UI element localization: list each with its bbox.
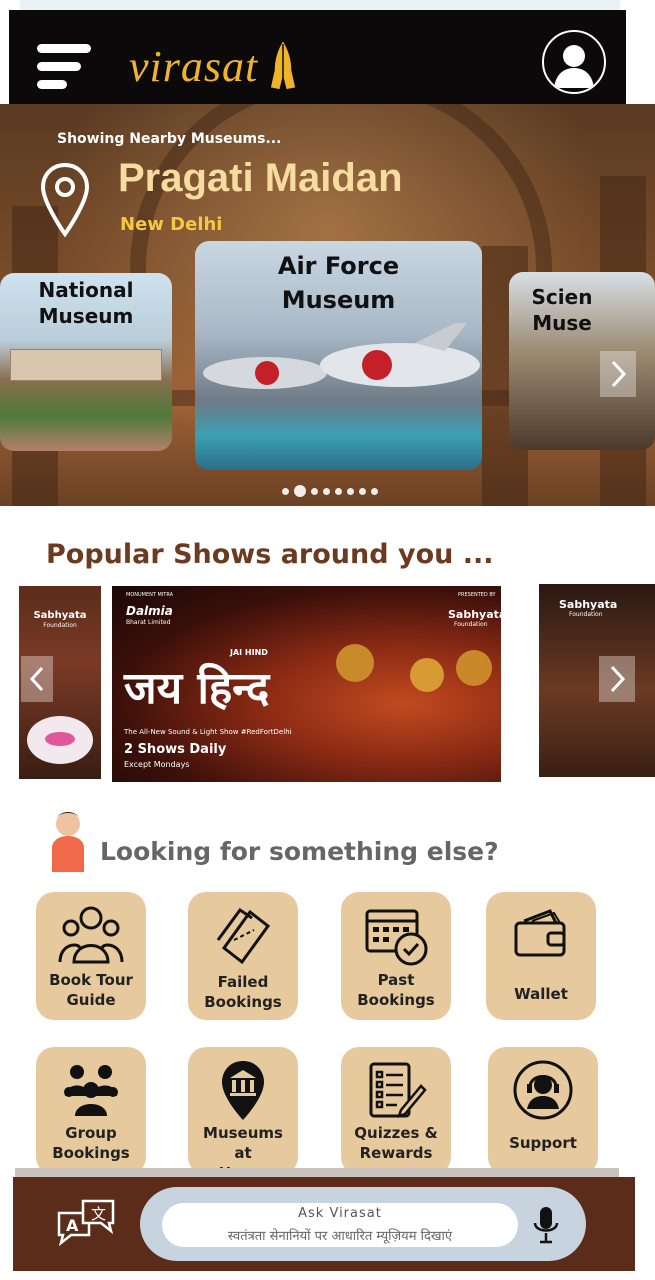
looking-for-title: Looking for something else? [100,837,499,866]
carousel-dot[interactable] [371,487,378,495]
headset-support-icon [488,1057,598,1123]
ask-virasat-placeholder: स्वतंत्रता सेनानियों पर आधारित म्यूज़ियम… [227,1229,453,1244]
tile-label: Group Bookings [52,1124,130,1162]
presented-by-label: PRESENTED BY [458,592,496,598]
show-except: Except Mondays [124,760,190,769]
building-facade [10,349,162,381]
location-title: Pragati Maidan [118,156,403,200]
carousel-dot[interactable] [323,487,330,495]
showing-nearby-label: Showing Nearby Museums... [57,131,282,147]
museum-card-national[interactable]: National Museum [0,273,172,451]
user-avatar-icon[interactable] [542,30,606,94]
calendar-check-icon [341,902,451,968]
carousel-dot-active[interactable] [294,485,306,497]
sabhyata-logo-sub: Foundation [43,622,77,629]
carousel-dot[interactable] [311,487,318,495]
jet-aircraft-image [203,323,480,389]
tile-group-bookings[interactable]: Group Bookings [36,1047,146,1175]
tile-label: Wallet [514,985,568,1003]
quiz-checklist-icon [341,1057,451,1123]
shield-prop [336,644,374,682]
tile-museums-at-home[interactable]: Museums atHome [188,1047,298,1182]
logo-text: virasat [129,41,259,91]
namaste-hands-icon [269,38,298,91]
tile-past-bookings[interactable]: Past Bookings [341,892,451,1020]
sabhyata-logo-sub: Foundation [569,611,603,618]
sabhyata-logo: Sabhyata [33,610,87,621]
dalmia-logo-sub: Bharat Limited [126,619,171,626]
show-timing: 2 Shows Daily [124,742,227,757]
microphone-icon[interactable] [532,1205,560,1245]
museum-card-label: National Museum [38,278,134,328]
tile-label: Support [509,1134,577,1152]
hamburger-menu-icon[interactable] [37,42,93,92]
carousel-next-button[interactable] [600,351,636,397]
show-tagline: The All-New Sound & Light Show #RedFortD… [124,728,292,736]
app-logo: virasat [129,36,300,96]
show-card-jai-hind[interactable]: MONUMENT MITRA Dalmia Bharat Limited PRE… [112,586,501,782]
jai-hind-hindi: जय हिन्द [124,663,270,714]
thinking-woman-icon [52,812,84,872]
chevron-right-icon [611,360,627,388]
sabhyata-logo: Sabhyata [448,608,501,621]
shows-next-button[interactable] [599,656,635,702]
tile-book-tour-guide[interactable]: Book Tour Guide [36,892,146,1020]
tile-label: Failed Bookings [204,973,282,1011]
carousel-dot[interactable] [282,487,289,495]
chevron-right-icon [610,665,626,693]
shield-prop [410,658,444,692]
tile-quizzes-rewards[interactable]: Quizzes & Rewards [341,1047,451,1175]
museum-card-airforce[interactable]: Air Force Museum [195,241,482,470]
nearby-museums-hero: Showing Nearby Museums... Pragati Maidan… [0,104,655,506]
carousel-dot[interactable] [359,487,366,495]
dalmia-logo: Dalmia [126,604,173,618]
ticket-icon [188,902,298,968]
museum-pin-icon [188,1057,298,1123]
drum-head [45,732,75,746]
bottom-bar: A 文 Ask Virasat स्वतंत्रता सेनानियों पर … [13,1177,635,1271]
show-card-right[interactable]: Sabhyata Foundation [539,584,655,777]
translate-icon[interactable]: A 文 [53,1197,117,1247]
svg-text:文: 文 [91,1205,106,1223]
tile-label: Quizzes & Rewards [354,1124,438,1162]
svg-text:A: A [66,1216,79,1235]
ask-virasat-input[interactable]: Ask Virasat स्वतंत्रता सेनानियों पर आधार… [162,1203,518,1247]
location-subtitle: New Delhi [120,214,223,235]
ask-virasat-title: Ask Virasat [298,1206,382,1221]
tile-failed-bookings[interactable]: Failed Bookings [188,892,298,1020]
tile-support[interactable]: Support [488,1047,598,1175]
status-strip [20,0,620,10]
monument-mitra-label: MONUMENT MITRA [126,592,174,598]
carousel-dot[interactable] [335,487,342,495]
show-card-left[interactable]: Sabhyata Foundation [19,586,101,779]
location-pin-icon [40,162,90,238]
sabhyata-logo-sub: Foundation [454,621,488,628]
wallet-icon [486,902,596,968]
tour-guide-group-icon [36,902,146,968]
museum-card-label: Scien Muse [531,285,593,335]
tile-label: Past Bookings [357,971,435,1009]
chevron-left-icon [29,666,44,692]
shows-prev-button[interactable] [21,656,53,702]
shield-prop [456,650,492,686]
sabhyata-logo: Sabhyata [559,598,618,611]
tile-label: Book Tour Guide [49,971,133,1009]
group-icon [36,1057,146,1123]
carousel-pagination [282,485,378,497]
tile-wallet[interactable]: Wallet [486,892,596,1020]
ask-virasat-bar: Ask Virasat स्वतंत्रता सेनानियों पर आधार… [140,1187,586,1261]
museum-card-label: Air Force Museum [277,252,400,314]
popular-shows-title: Popular Shows around you ... [46,539,494,570]
carousel-dot[interactable] [347,487,354,495]
